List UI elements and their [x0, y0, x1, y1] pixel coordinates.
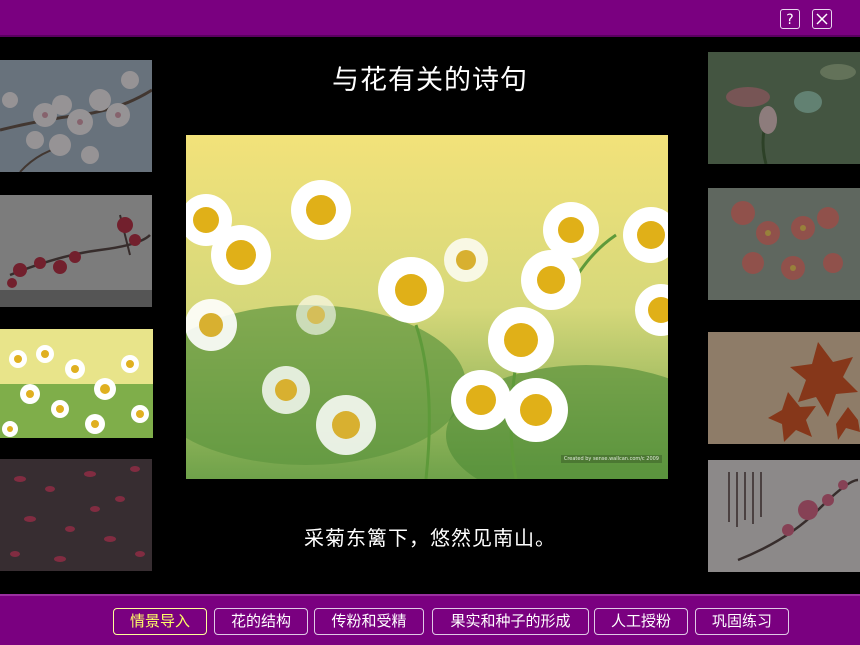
nav-flower-structure[interactable]: 花的结构: [214, 608, 308, 635]
slide-title: 与花有关的诗句: [332, 65, 528, 96]
chamomile-photo: [186, 135, 668, 479]
thumbnail-daisies[interactable]: [0, 329, 153, 438]
bottom-nav-bar: 情景导入 花的结构 传粉和受精 果实和种子的形成 人工授粉 巩固练习: [0, 594, 860, 645]
nav-consolidation-exercises[interactable]: 巩固练习: [695, 608, 789, 635]
help-button[interactable]: ?: [780, 9, 800, 29]
close-icon: [816, 13, 828, 25]
daisies-image: [0, 329, 153, 438]
thumbnail-pink-flowers[interactable]: [708, 188, 860, 300]
poem-caption: 采菊东篱下，悠然见南山。: [304, 526, 556, 550]
thumbnail-lotus-bud[interactable]: [708, 52, 860, 164]
thumbnail-petals[interactable]: [0, 459, 152, 571]
thumbnail-autumn-leaves[interactable]: [708, 332, 860, 444]
photo-watermark: Created by sense.wallcan.com/c 2009: [560, 455, 662, 463]
thumbnail-plum-with-calligraphy[interactable]: [708, 460, 860, 572]
nav-fruit-seed-formation[interactable]: 果实和种子的形成: [432, 608, 589, 635]
nav-pollination-fertilization[interactable]: 传粉和受精: [314, 608, 424, 635]
main-photo: Created by sense.wallcan.com/c 2009: [186, 135, 668, 479]
nav-scenario-intro[interactable]: 情景导入: [113, 608, 207, 635]
thumbnail-red-plum[interactable]: [0, 195, 152, 307]
thumbnail-white-blossom[interactable]: [0, 60, 152, 172]
nav-artificial-pollination[interactable]: 人工授粉: [594, 608, 688, 635]
close-button[interactable]: [812, 9, 832, 29]
top-bar: ?: [0, 0, 860, 37]
